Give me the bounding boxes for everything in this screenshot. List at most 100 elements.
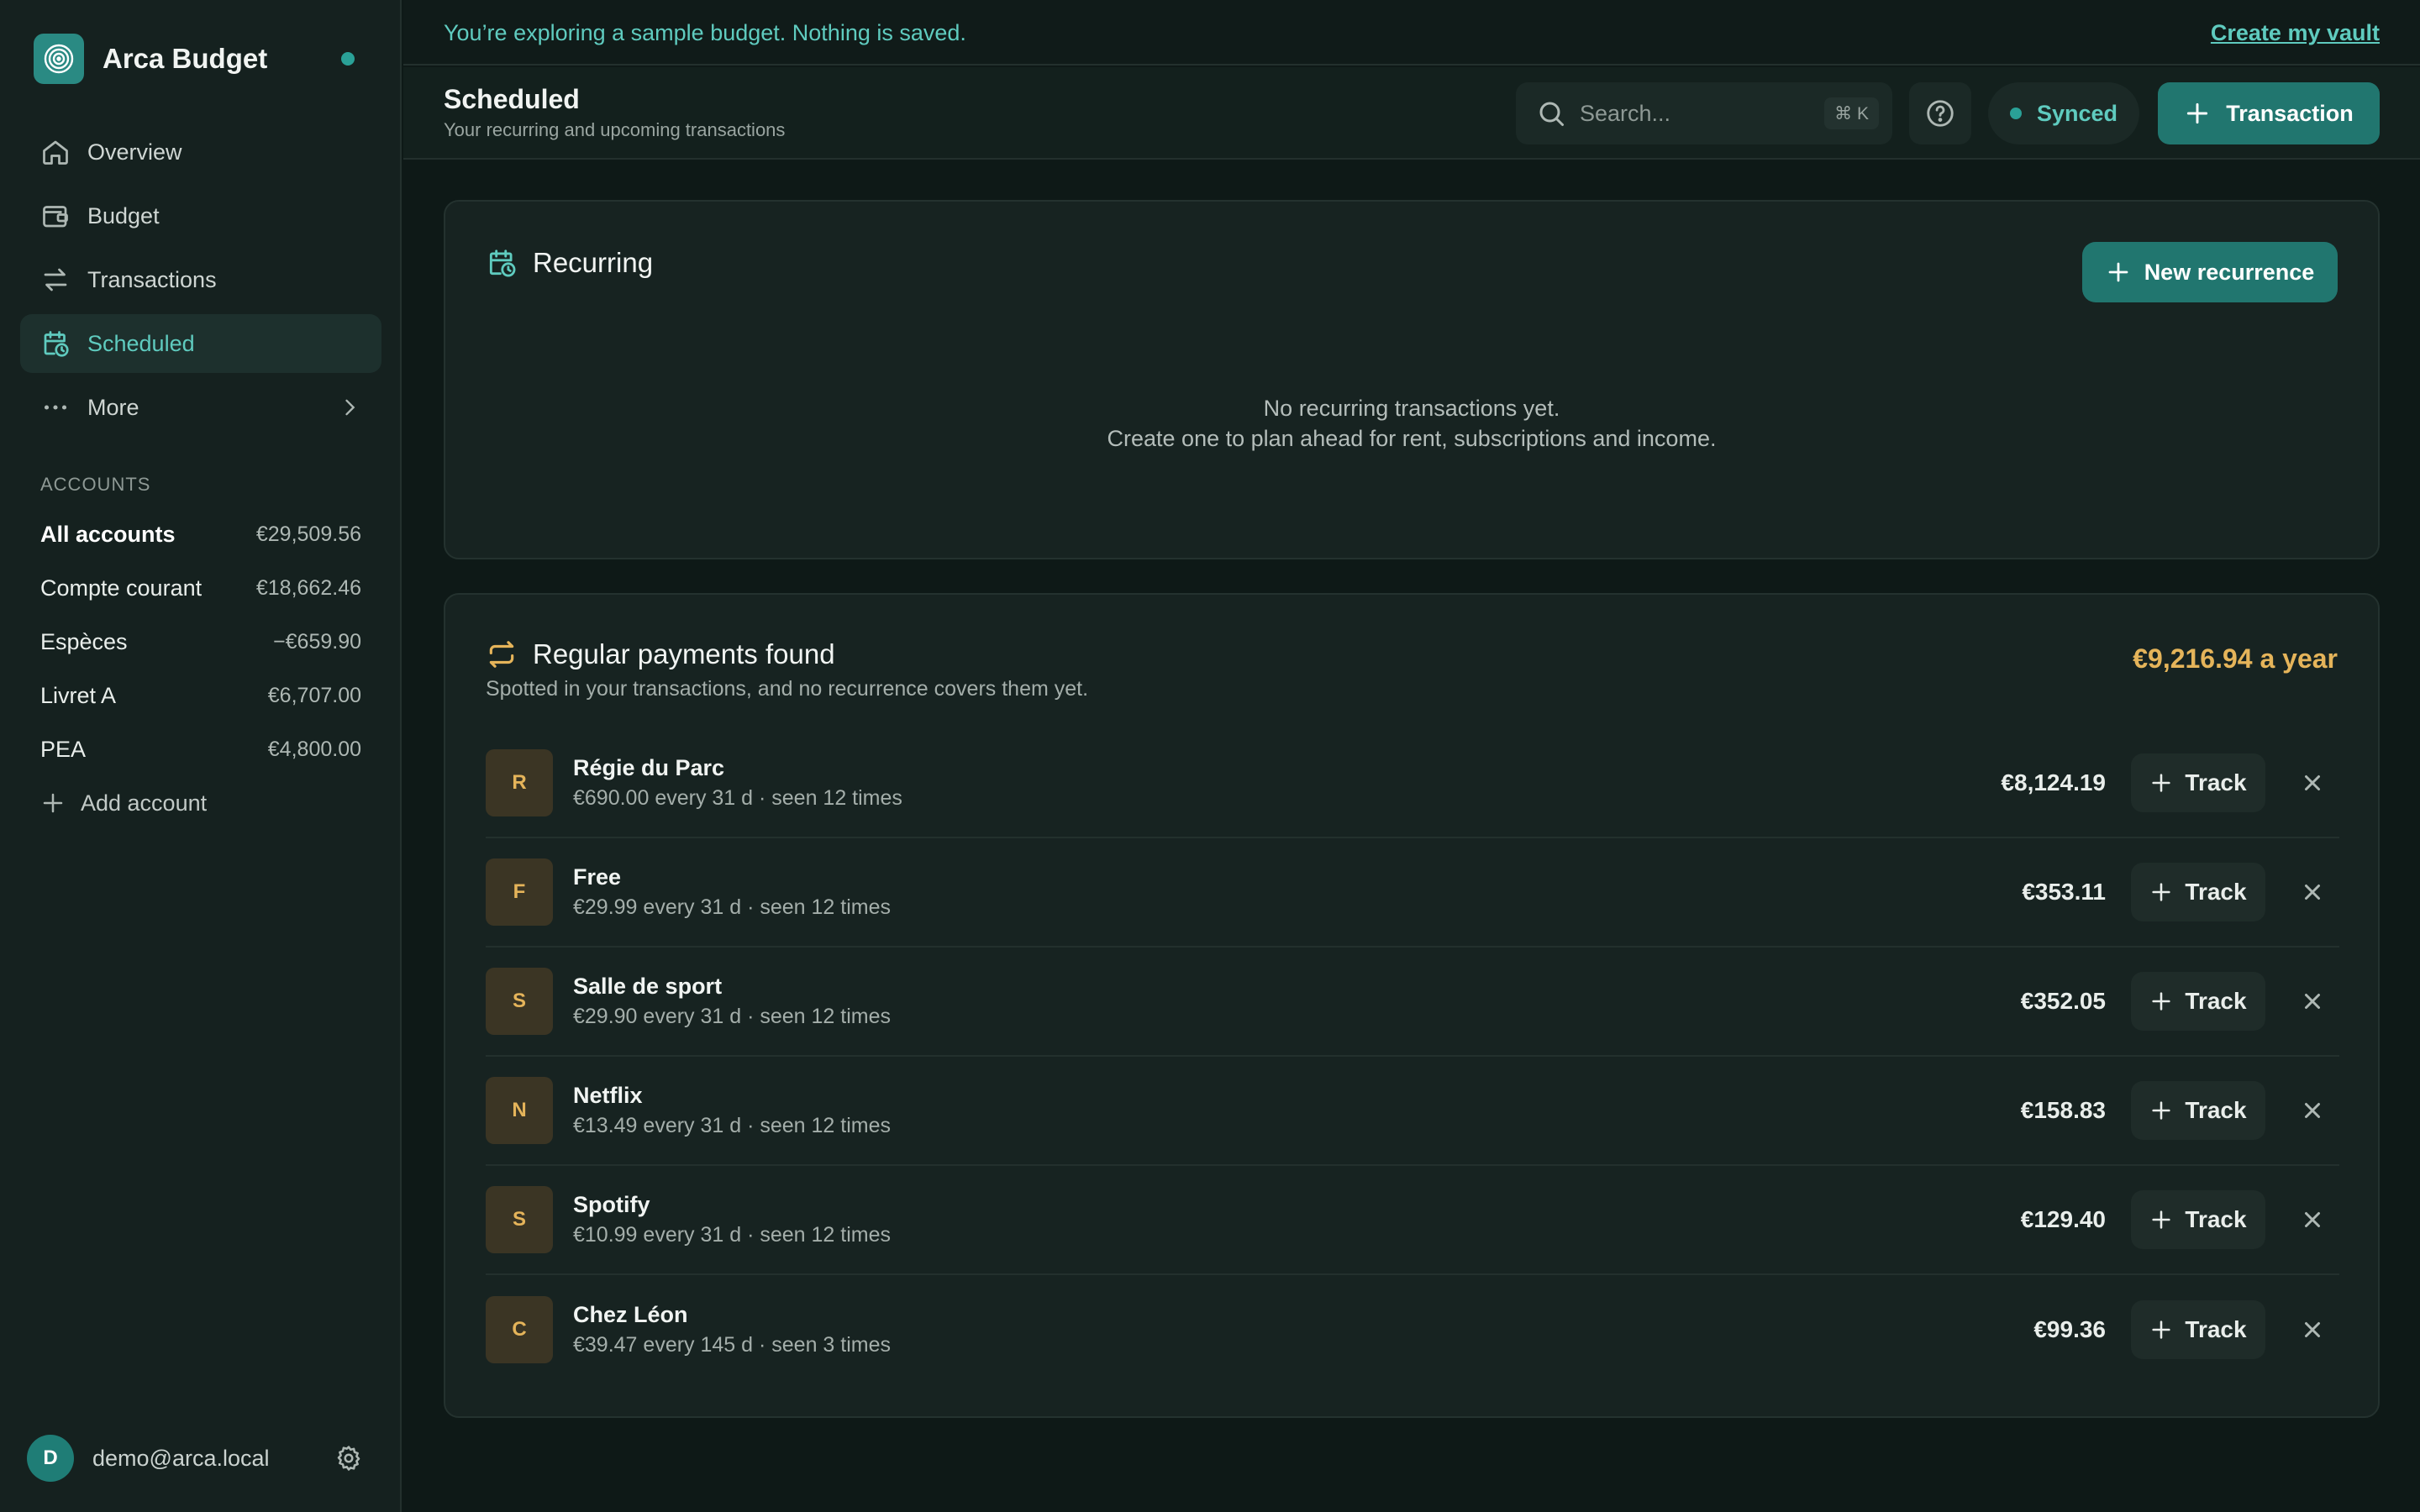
- payee-detail: €690.00 every 31 d · seen 12 times: [573, 786, 902, 810]
- track-label: Track: [2185, 1097, 2247, 1123]
- accounts-list: All accounts €29,509.56 Compte courant €…: [40, 507, 361, 830]
- sync-status-badge[interactable]: Synced: [1988, 82, 2139, 144]
- plus-icon: [2149, 1208, 2173, 1231]
- regular-header: Regular payments found: [486, 638, 835, 670]
- nav-item-overview[interactable]: Overview: [20, 123, 381, 181]
- list-item: C Chez Léon €39.47 every 145 d · seen 3 …: [486, 1275, 2339, 1384]
- add-account-label: Add account: [81, 790, 208, 816]
- track-button[interactable]: Track: [2131, 1190, 2265, 1249]
- close-icon[interactable]: [2297, 986, 2328, 1016]
- nav-item-more[interactable]: More: [20, 378, 381, 437]
- payee-avatar: S: [486, 1186, 553, 1253]
- search-shortcut: ⌘ K: [1824, 97, 1879, 129]
- payee-info: Free €29.99 every 31 d · seen 12 times: [573, 864, 891, 920]
- payee-avatar: F: [486, 858, 553, 926]
- payee-avatar: R: [486, 749, 553, 816]
- new-recurrence-button[interactable]: New recurrence: [2082, 242, 2338, 302]
- help-button[interactable]: [1909, 82, 1971, 144]
- arrows-icon: [40, 265, 71, 295]
- search-input[interactable]: [1580, 100, 1790, 127]
- close-icon[interactable]: [2297, 1315, 2328, 1345]
- recurring-card: Recurring New recurrence No recurring tr…: [444, 200, 2380, 559]
- gear-icon[interactable]: [334, 1444, 363, 1473]
- plus-icon: [2149, 771, 2173, 795]
- list-item: S Spotify €10.99 every 31 d · seen 12 ti…: [486, 1166, 2339, 1275]
- payee-info: Netflix €13.49 every 31 d · seen 12 time…: [573, 1083, 891, 1138]
- payee-name: Salle de sport: [573, 974, 723, 999]
- calendar-clock-icon: [486, 247, 518, 279]
- dots-icon: [40, 392, 71, 423]
- list-item: N Netflix €13.49 every 31 d · seen 12 ti…: [486, 1057, 2339, 1166]
- close-icon[interactable]: [2297, 768, 2328, 798]
- plus-icon: [40, 790, 66, 816]
- plus-icon: [2184, 100, 2211, 127]
- page-header: Scheduled Your recurring and upcoming tr…: [403, 67, 2420, 160]
- close-icon[interactable]: [2297, 1205, 2328, 1235]
- chevron-right-icon: [338, 396, 361, 419]
- calendar-clock-icon: [40, 328, 71, 359]
- plus-icon: [2106, 260, 2131, 285]
- account-name: Compte courant: [40, 575, 203, 601]
- page-title: Scheduled: [444, 84, 580, 114]
- account-row-all[interactable]: All accounts €29,509.56: [40, 507, 361, 561]
- avatar[interactable]: D: [27, 1435, 74, 1482]
- repeat-icon: [486, 638, 518, 670]
- track-button[interactable]: Track: [2131, 972, 2265, 1031]
- account-row-compte-courant[interactable]: Compte courant €18,662.46: [40, 561, 361, 615]
- nav-label: Scheduled: [87, 330, 195, 356]
- track-label: Track: [2185, 879, 2247, 905]
- account-row-pea[interactable]: PEA €4,800.00: [40, 722, 361, 776]
- track-button[interactable]: Track: [2131, 753, 2265, 812]
- search-box[interactable]: ⌘ K: [1516, 82, 1892, 144]
- help-icon: [1924, 97, 1956, 129]
- new-transaction-button[interactable]: Transaction: [2158, 82, 2380, 144]
- close-icon[interactable]: [2297, 1095, 2328, 1126]
- account-name: Espèces: [40, 628, 128, 654]
- payee-info: Salle de sport €29.90 every 31 d · seen …: [573, 974, 891, 1029]
- track-button[interactable]: Track: [2131, 1300, 2265, 1359]
- plus-icon: [2149, 990, 2173, 1013]
- payee-name: Spotify: [573, 1192, 650, 1217]
- sync-dot: [2010, 108, 2022, 119]
- nav-item-budget[interactable]: Budget: [20, 186, 381, 245]
- payee-detail: €39.47 every 145 d · seen 3 times: [573, 1333, 892, 1357]
- payee-name: Régie du Parc: [573, 755, 725, 780]
- account-name: PEA: [40, 736, 87, 762]
- yearly-amount: €99.36: [2033, 1316, 2106, 1342]
- new-transaction-label: Transaction: [2226, 100, 2354, 126]
- create-vault-link[interactable]: Create my vault: [2211, 20, 2380, 46]
- nav-label: Transactions: [87, 266, 217, 292]
- account-row-livret-a[interactable]: Livret A €6,707.00: [40, 669, 361, 722]
- yearly-total: €9,216.94 a year: [2133, 643, 2338, 674]
- regular-payments-list: R Régie du Parc €690.00 every 31 d · see…: [486, 729, 2339, 1384]
- account-balance: €6,707.00: [267, 683, 361, 707]
- account-balance: €4,800.00: [267, 737, 361, 761]
- account-name: Livret A: [40, 682, 117, 708]
- regular-payments-card: Regular payments found Spotted in your t…: [444, 593, 2380, 1418]
- banner-text: You’re exploring a sample budget. Nothin…: [444, 20, 966, 45]
- list-item: S Salle de sport €29.90 every 31 d · see…: [486, 948, 2339, 1057]
- payee-avatar: S: [486, 968, 553, 1035]
- page-subtitle: Your recurring and upcoming transactions: [444, 119, 786, 140]
- regular-title: Regular payments found: [533, 638, 835, 669]
- add-account-button[interactable]: Add account: [40, 776, 361, 830]
- track-button[interactable]: Track: [2131, 1081, 2265, 1140]
- account-row-especes[interactable]: Espèces −€659.90: [40, 615, 361, 669]
- nav-label: More: [87, 394, 139, 420]
- nav-item-transactions[interactable]: Transactions: [20, 250, 381, 309]
- plus-icon: [2149, 1099, 2173, 1122]
- payee-info: Spotify €10.99 every 31 d · seen 12 time…: [573, 1192, 891, 1247]
- list-item: R Régie du Parc €690.00 every 31 d · see…: [486, 729, 2339, 838]
- track-button[interactable]: Track: [2131, 863, 2265, 921]
- track-label: Track: [2185, 1206, 2247, 1232]
- close-icon[interactable]: [2297, 877, 2328, 907]
- brand[interactable]: Arca Budget: [34, 34, 267, 84]
- recurring-title: Recurring: [533, 247, 654, 278]
- user-profile: D demo@arca.local: [27, 1435, 363, 1482]
- account-balance: €29,509.56: [255, 522, 361, 546]
- yearly-amount: €158.83: [2020, 1097, 2106, 1123]
- list-item: F Free €29.99 every 31 d · seen 12 times…: [486, 838, 2339, 948]
- nav-item-scheduled[interactable]: Scheduled: [20, 314, 381, 373]
- plus-icon: [2149, 880, 2173, 904]
- user-email: demo@arca.local: [92, 1445, 270, 1471]
